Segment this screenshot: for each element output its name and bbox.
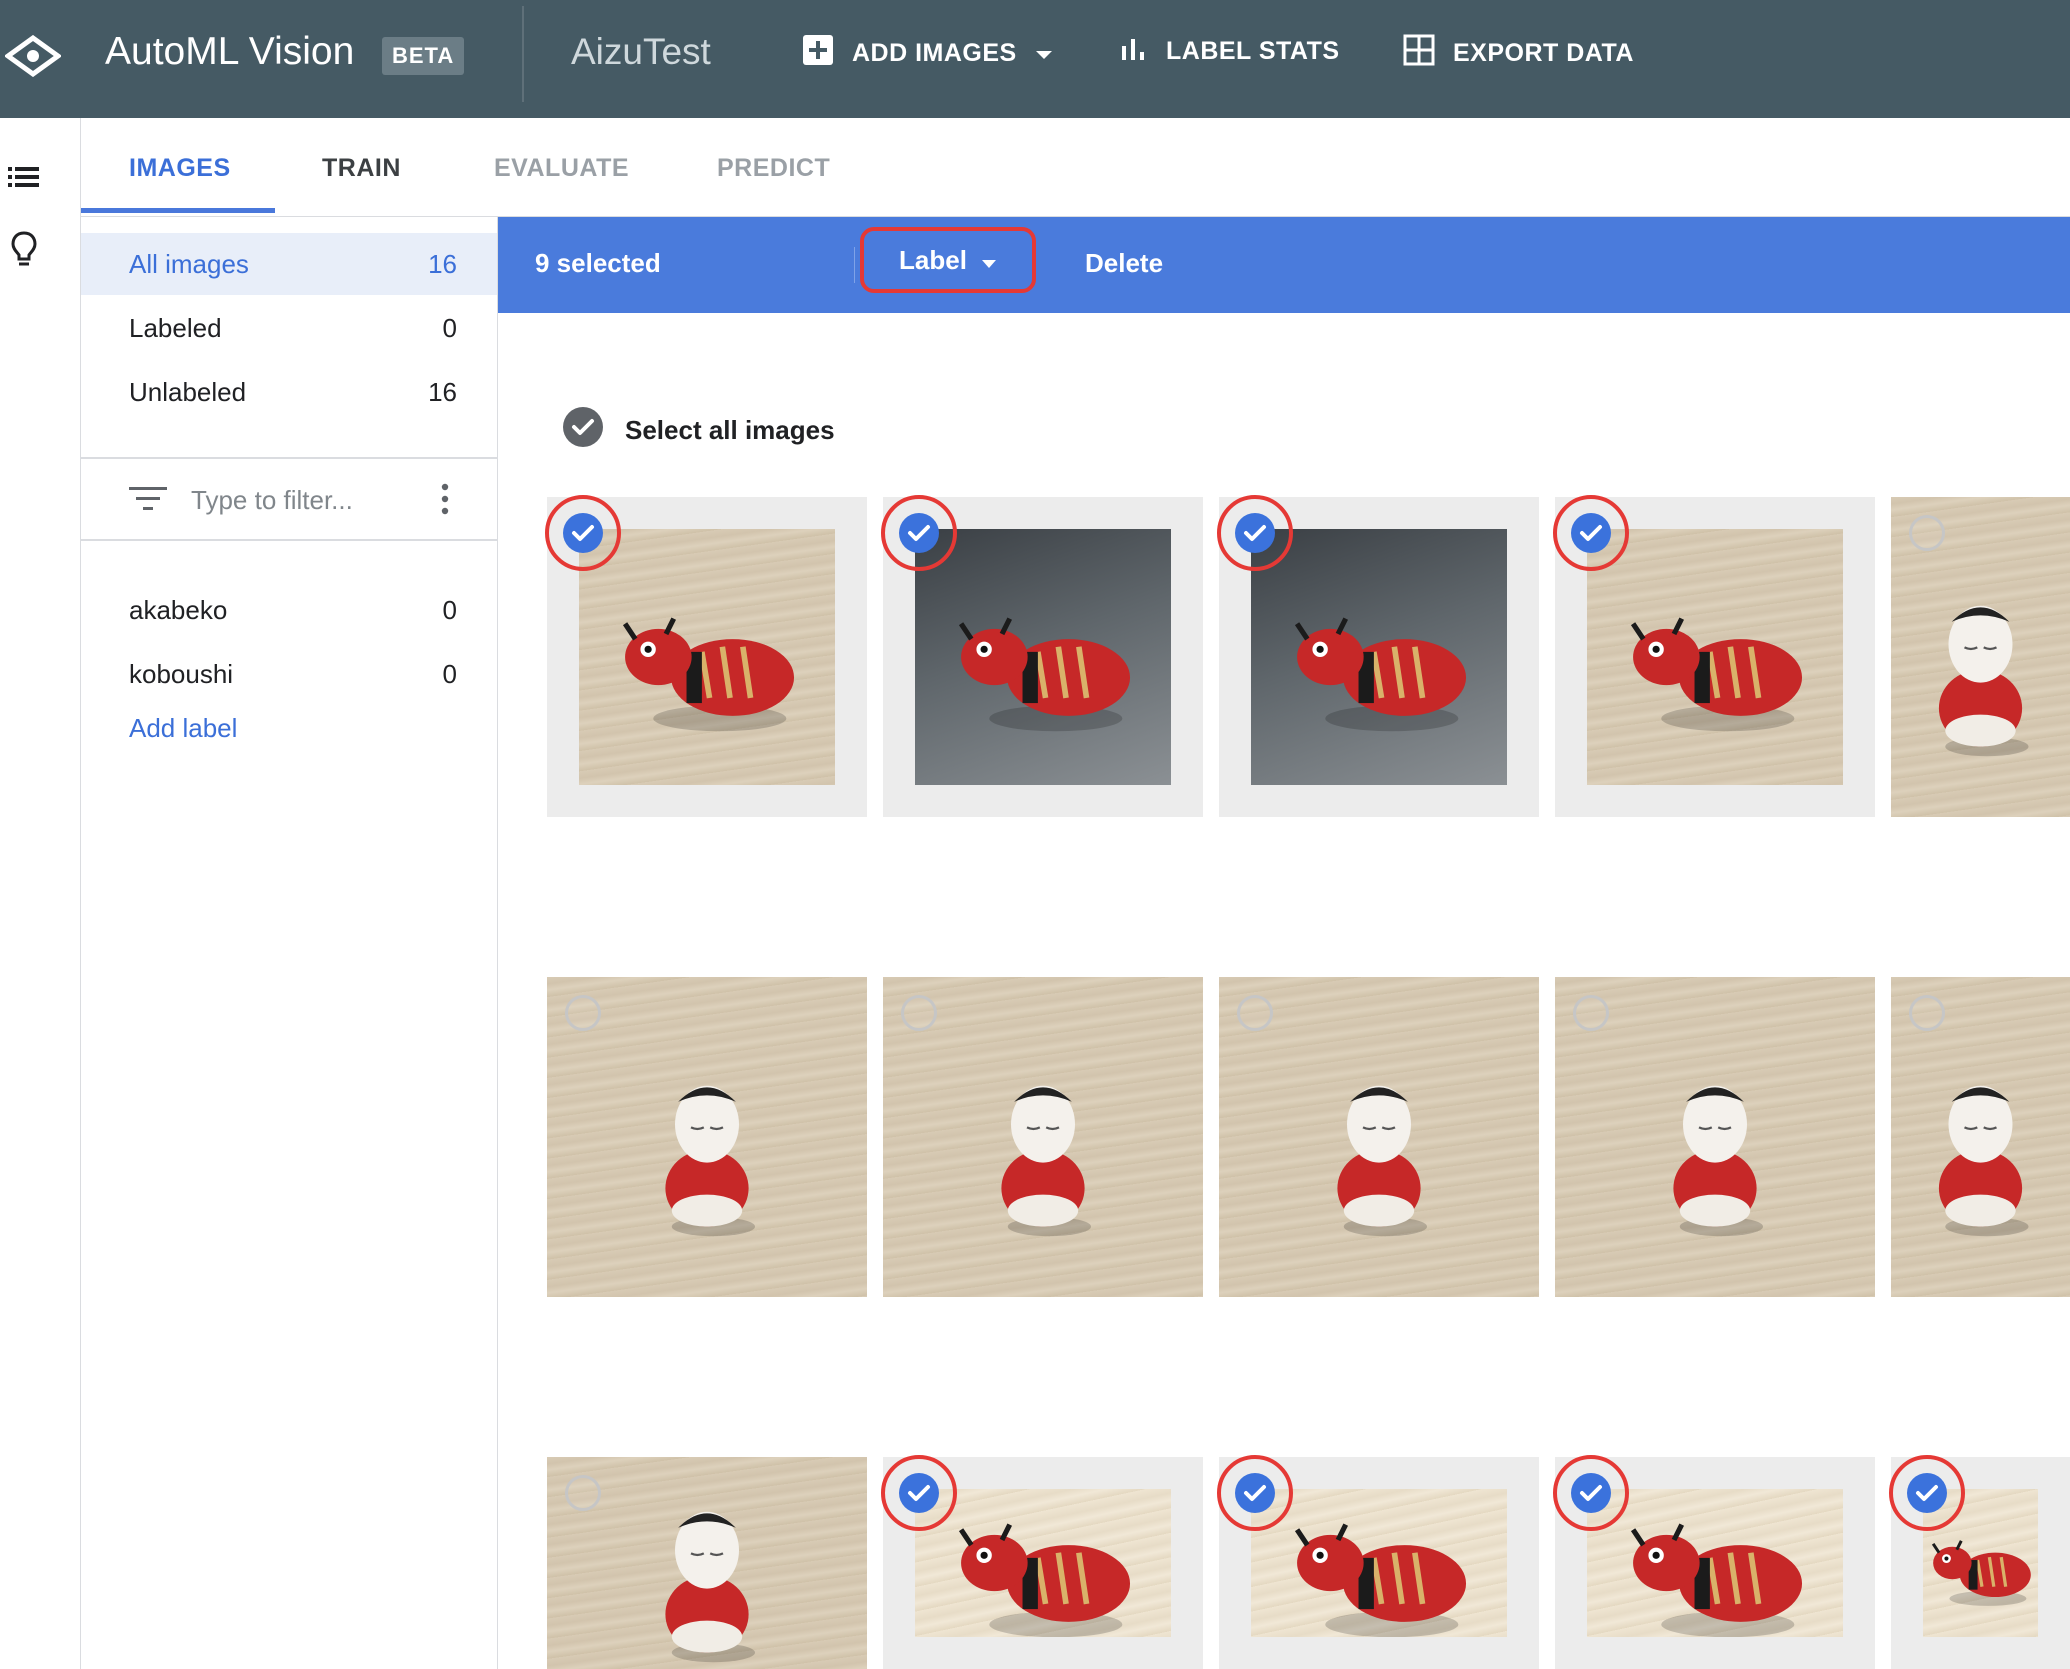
image-thumbnail	[1251, 1489, 1507, 1638]
dropdown-arrow-icon	[981, 245, 997, 276]
label-item-akabeko[interactable]: akabeko 0	[81, 579, 497, 641]
unchecked-circle-icon[interactable]	[1573, 995, 1609, 1031]
label-count: 0	[442, 659, 457, 689]
left-rail	[0, 118, 81, 1669]
add-box-icon	[802, 34, 834, 73]
image-thumbnail	[1587, 529, 1843, 785]
highlight-ring	[1553, 495, 1629, 571]
unchecked-circle-icon[interactable]	[1237, 995, 1273, 1031]
highlight-ring	[1217, 495, 1293, 571]
grid-icon	[1403, 34, 1435, 73]
unchecked-circle-icon[interactable]	[901, 995, 937, 1031]
filter-label: All images	[129, 249, 249, 279]
tab-bar: IMAGES TRAIN EVALUATE PREDICT	[81, 118, 2070, 217]
unchecked-circle-icon[interactable]	[1909, 995, 1945, 1031]
image-thumbnail	[1587, 1489, 1843, 1638]
label-button-text: Label	[899, 244, 967, 275]
label-stats-button[interactable]: LABEL STATS	[1120, 34, 1340, 69]
unchecked-circle-icon[interactable]	[565, 1475, 601, 1511]
image-thumbnail	[1251, 529, 1507, 785]
filter-count: 16	[428, 377, 457, 407]
unchecked-circle-icon[interactable]	[565, 995, 601, 1031]
panel-divider	[81, 457, 497, 459]
app-header: AutoML Vision BETA AizuTest ADD IMAGES L…	[0, 0, 2070, 118]
label-name: koboushi	[129, 659, 234, 689]
filter-label: Unlabeled	[129, 377, 247, 407]
filter-panel: All images 16 Labeled 0 Unlabeled 16 Typ…	[81, 217, 498, 1669]
add-images-label: ADD IMAGES	[852, 39, 1017, 67]
filter-label: Labeled	[129, 313, 222, 343]
selection-toolbar: 9 selected Label Delete	[498, 217, 2070, 313]
active-tab-indicator	[81, 208, 275, 213]
filter-count: 0	[442, 313, 457, 343]
label-count: 0	[442, 595, 457, 625]
image-thumbnail	[915, 1489, 1171, 1638]
export-data-button[interactable]: EXPORT DATA	[1403, 34, 1634, 73]
filter-labeled[interactable]: Labeled 0	[81, 297, 497, 359]
list-icon[interactable]	[8, 164, 40, 195]
select-all-check-icon[interactable]	[563, 407, 603, 454]
export-data-label: EXPORT DATA	[1453, 39, 1634, 67]
highlight-ring	[545, 495, 621, 571]
filter-all-images[interactable]: All images 16	[81, 233, 497, 295]
filter-lines-icon	[129, 485, 169, 518]
app-title: AutoML Vision	[105, 30, 355, 73]
label-item-koboushi[interactable]: koboushi 0	[81, 643, 497, 705]
header-divider	[522, 6, 524, 102]
label-stats-label: LABEL STATS	[1166, 37, 1340, 65]
add-images-button[interactable]: ADD IMAGES	[802, 34, 1053, 73]
tab-images[interactable]: IMAGES	[129, 154, 231, 183]
more-vert-icon[interactable]	[441, 483, 449, 520]
unchecked-circle-icon[interactable]	[1909, 515, 1945, 551]
panel-divider	[81, 539, 497, 541]
bar-chart-icon	[1120, 34, 1148, 69]
automl-logo-icon[interactable]	[3, 34, 63, 82]
highlight-ring	[1889, 1455, 1965, 1531]
select-all-label: Select all images	[625, 415, 835, 445]
tab-evaluate[interactable]: EVALUATE	[494, 154, 629, 183]
tab-predict[interactable]: PREDICT	[717, 154, 830, 183]
select-all-row[interactable]: Select all images	[563, 407, 835, 454]
filter-count: 16	[428, 249, 457, 279]
label-name: akabeko	[129, 595, 228, 625]
highlight-ring	[1553, 1455, 1629, 1531]
lightbulb-icon[interactable]	[10, 230, 38, 273]
add-label-link[interactable]: Add label	[129, 713, 237, 744]
label-dropdown-button[interactable]: Label	[860, 227, 1036, 293]
highlight-ring	[881, 495, 957, 571]
delete-button[interactable]: Delete	[1085, 248, 1163, 279]
label-filter-input[interactable]: Type to filter...	[191, 485, 353, 516]
selected-count: 9 selected	[535, 248, 661, 278]
project-name: AizuTest	[571, 31, 711, 72]
dropdown-arrow-icon	[1035, 39, 1053, 68]
highlight-ring	[881, 1455, 957, 1531]
beta-badge: BETA	[382, 37, 465, 75]
filter-unlabeled[interactable]: Unlabeled 16	[81, 361, 497, 423]
tab-train[interactable]: TRAIN	[322, 154, 401, 183]
toolbar-divider	[854, 247, 855, 283]
image-thumbnail	[579, 529, 835, 785]
image-thumbnail	[915, 529, 1171, 785]
highlight-ring	[1217, 1455, 1293, 1531]
